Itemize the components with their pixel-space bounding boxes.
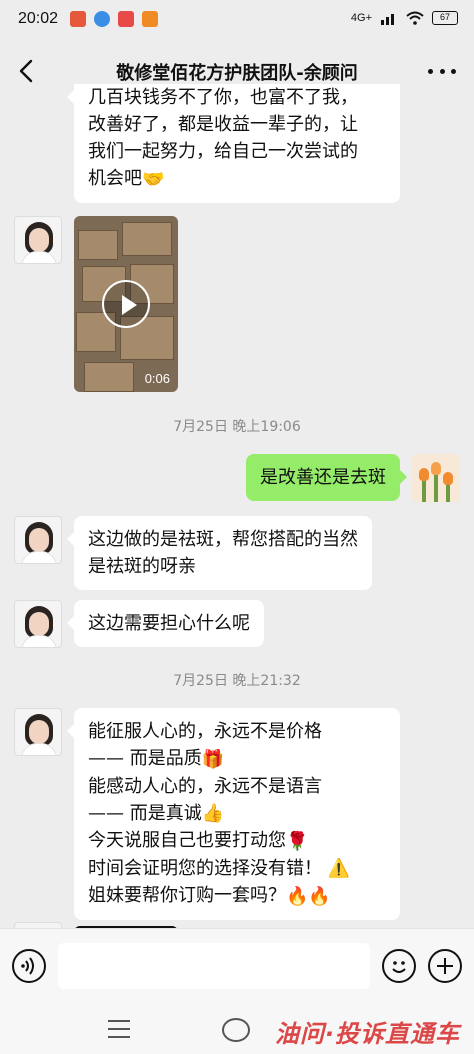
battery-icon: 67 [432,11,458,25]
message-input-bar [0,928,474,1008]
more-options-icon[interactable] [428,64,456,78]
message-line: 能感动人心的，永远不是语言 [88,775,322,797]
fire-emoji-icon: 🔥🔥 [286,885,331,907]
network-label: 4G+ [350,12,372,24]
video-message-thumbnail[interactable]: 0:06 [74,216,178,392]
play-icon[interactable] [102,280,150,328]
emoji-picker-icon[interactable] [382,949,416,983]
status-right: 4G+ 67 [351,11,458,25]
message-text: 这边需要担心什么呢 [88,613,250,634]
chat-title: 敬修堂佰花方护肤团队-余顾问 [116,63,358,84]
message-line: 我们一起努力，给自己一次尝试的 [88,141,358,162]
thumbs-up-emoji-icon: 👍 [201,803,225,824]
message-line: 几百块钱务不了你，也富不了我， [88,87,358,108]
app-notification-icon [94,11,110,27]
incoming-message-bubble[interactable]: 这边做的是祛斑，帮您搭配的当然 是祛斑的呀亲 [67,516,372,590]
video-duration: 0:06 [144,371,170,386]
message-text-input[interactable] [58,943,370,989]
message-timestamp: 7月25日 晚上21:32 [173,673,301,689]
more-actions-plus-icon[interactable] [428,949,462,983]
message-line: 能征服人心的，永远不是价格 [88,721,322,742]
voice-input-icon[interactable] [12,949,46,983]
incoming-message-bubble[interactable]: 这边需要担心什么呢 [67,600,264,647]
menu-icon[interactable] [108,1020,130,1038]
wifi-icon [406,11,424,25]
message-line: —— 而是品质 [88,748,202,769]
app-notification-icon [142,11,158,27]
chat-message-list[interactable]: 几百块钱务不了你，也富不了我， 改善好了，都是收益一辈子的，让 我们一起努力，给… [0,84,474,928]
app-notification-icon [118,11,134,27]
gift-emoji-icon: 🎁 [201,748,225,770]
message-line: 这边做的是祛斑，帮您搭配的当然 [88,529,358,550]
message-line: 改善好了，都是收益一辈子的，让 [88,114,358,135]
message-line: 今天说服自己也要打动您 [88,830,286,851]
home-icon[interactable] [222,1018,250,1042]
status-bar: 20:02 4G+ 67 [0,0,474,40]
notification-icons [70,11,158,27]
warning-emoji-icon: ⚠️ [327,858,351,879]
sender-avatar[interactable] [14,708,62,756]
sender-avatar[interactable] [14,516,62,564]
handshake-emoji-icon: 🤝 [142,168,165,190]
system-navigation-bar: 油问·投诉直通车 [0,1008,474,1054]
back-arrow-icon[interactable] [14,58,40,84]
message-line: 姐妹要帮你订购一套吗？ [88,885,286,906]
incoming-message-bubble[interactable]: 能征服人心的，永远不是价格 —— 而是品质🎁 能感动人心的，永远不是语言 —— … [67,708,400,920]
message-line: 是祛斑的呀亲 [88,556,196,577]
signal-icon [381,14,394,25]
watermark-logo: 油问·投诉直通车 [274,1020,460,1048]
message-line: 机会吧 [88,168,142,189]
outgoing-message-bubble[interactable]: 是改善还是去斑 [246,454,407,501]
message-text: 是改善还是去斑 [260,467,386,488]
rose-emoji-icon: 🌹 [286,830,309,852]
app-notification-icon [70,11,86,27]
incoming-message-bubble[interactable]: 几百块钱务不了你，也富不了我， 改善好了，都是收益一辈子的，让 我们一起努力，给… [67,84,400,203]
status-time: 20:02 [18,10,59,27]
my-avatar[interactable] [412,454,460,502]
message-line: —— 而是真诚 [88,802,202,824]
sender-avatar[interactable] [14,600,62,648]
message-timestamp: 7月25日 晚上19:06 [173,419,301,435]
sender-avatar[interactable] [14,216,62,264]
message-line: 时间会证明您的选择没有错！ [88,857,322,879]
